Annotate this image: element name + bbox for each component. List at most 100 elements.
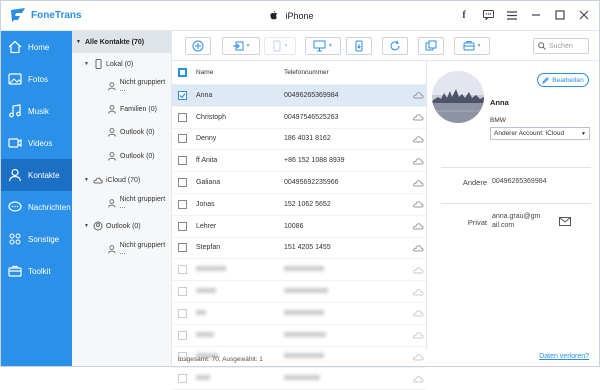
nav-music[interactable]: Musik [1, 95, 72, 127]
contact-row[interactable] [172, 368, 426, 390]
column-name-header[interactable]: Name [196, 69, 284, 76]
nav-messages[interactable]: Nachrichten [1, 191, 72, 223]
column-tel-header[interactable]: Telefonnummer [284, 69, 412, 76]
device-selector[interactable]: iPhone [269, 10, 314, 21]
cloud-icon [412, 179, 424, 187]
maximize-icon[interactable] [553, 8, 567, 22]
row-checkbox[interactable] [178, 287, 187, 297]
tree-item-outlook-ungrouped[interactable]: Nicht gruppiert ... [104, 242, 171, 256]
left-navigation: Home Fotos Musik Videos Kontakte Nachric… [1, 31, 72, 366]
refresh-button[interactable] [382, 37, 408, 55]
tree-item-icloud-ungrouped[interactable]: Nicht gruppiert ... [104, 196, 171, 210]
row-checkbox[interactable] [178, 265, 187, 275]
export-to-device-button[interactable]: ▼ [264, 37, 296, 55]
search-box[interactable]: Suchen [533, 38, 589, 54]
contact-row[interactable] [172, 303, 426, 325]
outlook-icon [93, 221, 103, 231]
tree-item-family[interactable]: Familien (0) [104, 102, 157, 116]
tree-item-outlook-a[interactable]: Outlook (0) [104, 125, 155, 139]
add-contact-button[interactable] [185, 37, 211, 55]
backup-icon [355, 40, 363, 52]
contact-row[interactable]: Lehrer 10086 [172, 216, 426, 238]
nav-videos[interactable]: Videos [1, 127, 72, 159]
collapse-arrow-icon[interactable]: ▼ [84, 61, 90, 67]
contacts-list: Name Telefonnummer Anna 00496265369984 C… [172, 61, 426, 390]
tree-item-local-ungrouped[interactable]: Nicht gruppiert ... [104, 79, 171, 93]
contact-row[interactable]: Jonas 152 1062 5652 [172, 194, 426, 216]
contact-row[interactable]: Stepfan 151 4205 1455 [172, 238, 426, 260]
row-checkbox[interactable] [178, 330, 187, 340]
nav-toolkit[interactable]: Toolkit [1, 255, 72, 287]
minimize-icon[interactable] [529, 8, 543, 22]
import-button[interactable]: ▼ [222, 37, 260, 55]
mail-icon[interactable] [559, 217, 571, 226]
music-icon [9, 104, 21, 118]
edit-button[interactable]: Bearbeiten [537, 73, 589, 87]
facebook-icon[interactable]: f [457, 8, 471, 22]
contact-name: Denny [196, 135, 217, 143]
tree-item-local[interactable]: ▼ Lokal (0) [84, 57, 133, 71]
contact-tel: 00496265369984 [284, 91, 339, 99]
toolbox-button[interactable]: ▼ [454, 37, 490, 55]
select-all-checkbox[interactable] [178, 68, 187, 77]
row-checkbox[interactable] [178, 199, 187, 209]
list-footer: Insgesamt: 70; Ausgewählt: 1 Daten verlo… [172, 352, 599, 366]
tree-item-outlook[interactable]: ▼ Outlook (0) [84, 219, 141, 233]
row-checkbox[interactable] [178, 178, 187, 188]
contact-name: Christoph [196, 113, 226, 121]
nav-other[interactable]: Sonstige [1, 223, 72, 255]
contact-tel: 10086 [284, 222, 304, 230]
collapse-arrow-icon[interactable]: ▼ [76, 39, 81, 45]
row-checkbox[interactable] [178, 112, 187, 122]
tree-item-outlook-b[interactable]: Outlook (0) [104, 149, 155, 163]
data-lost-link[interactable]: Daten verloren? [539, 353, 589, 360]
row-checkbox[interactable] [178, 308, 187, 318]
nav-contacts[interactable]: Kontakte [1, 159, 72, 191]
tree-item-icloud[interactable]: ▼ iCloud (70) [84, 173, 140, 187]
collapse-arrow-icon[interactable]: ▼ [84, 223, 90, 229]
export-to-pc-button[interactable]: ▼ [305, 37, 341, 55]
contact-row[interactable]: Galiana 00495692235966 [172, 172, 426, 194]
contact-row[interactable]: ff Anita +86 152 1088 8939 [172, 150, 426, 173]
avatar[interactable] [432, 71, 484, 123]
duplicate-button[interactable] [418, 37, 444, 55]
row-checkbox[interactable] [178, 243, 187, 253]
video-icon [8, 138, 22, 148]
contact-tel [284, 375, 412, 382]
row-checkbox[interactable] [178, 374, 187, 384]
chat-icon[interactable] [481, 8, 495, 22]
menu-icon[interactable] [505, 8, 519, 22]
row-checkbox[interactable] [178, 134, 187, 144]
avatar-photo-icon [432, 71, 484, 123]
contact-row[interactable]: Denny 186 4031 8162 [172, 129, 426, 151]
row-checkbox[interactable] [178, 221, 187, 231]
close-icon[interactable] [577, 8, 591, 22]
phone-export-icon [273, 40, 281, 52]
tree-all-contacts[interactable]: ▼ Alle Kontakte (70) [72, 31, 171, 53]
nav-home[interactable]: Home [1, 31, 72, 63]
contact-name [196, 288, 284, 295]
refresh-icon [390, 40, 400, 51]
contact-row[interactable]: Anna 00496265369984 [172, 85, 426, 107]
contact-row[interactable] [172, 259, 426, 282]
contact-row[interactable]: Christoph 00497546525263 [172, 107, 426, 129]
contact-name [196, 266, 284, 273]
contact-name: Galiana [196, 179, 221, 187]
cloud-icon [412, 114, 424, 121]
person-icon [107, 82, 116, 91]
device-name: iPhone [285, 11, 314, 21]
contact-row[interactable] [172, 281, 426, 303]
nav-photos[interactable]: Fotos [1, 63, 72, 95]
contact-name: Lehrer [196, 222, 217, 230]
account-select[interactable]: Anderer Account: iCloud ▼ [490, 127, 590, 140]
chevron-down-icon: ▼ [476, 43, 482, 49]
row-checkbox[interactable] [178, 156, 187, 166]
cloud-icon [412, 245, 424, 252]
cloud-icon [412, 136, 424, 143]
contact-row[interactable] [172, 325, 426, 347]
home-icon [8, 40, 22, 54]
row-checkbox[interactable] [178, 90, 187, 100]
backup-button[interactable] [346, 37, 372, 55]
collapse-arrow-icon[interactable]: ▼ [84, 177, 90, 183]
contact-name: Anna [196, 91, 213, 99]
